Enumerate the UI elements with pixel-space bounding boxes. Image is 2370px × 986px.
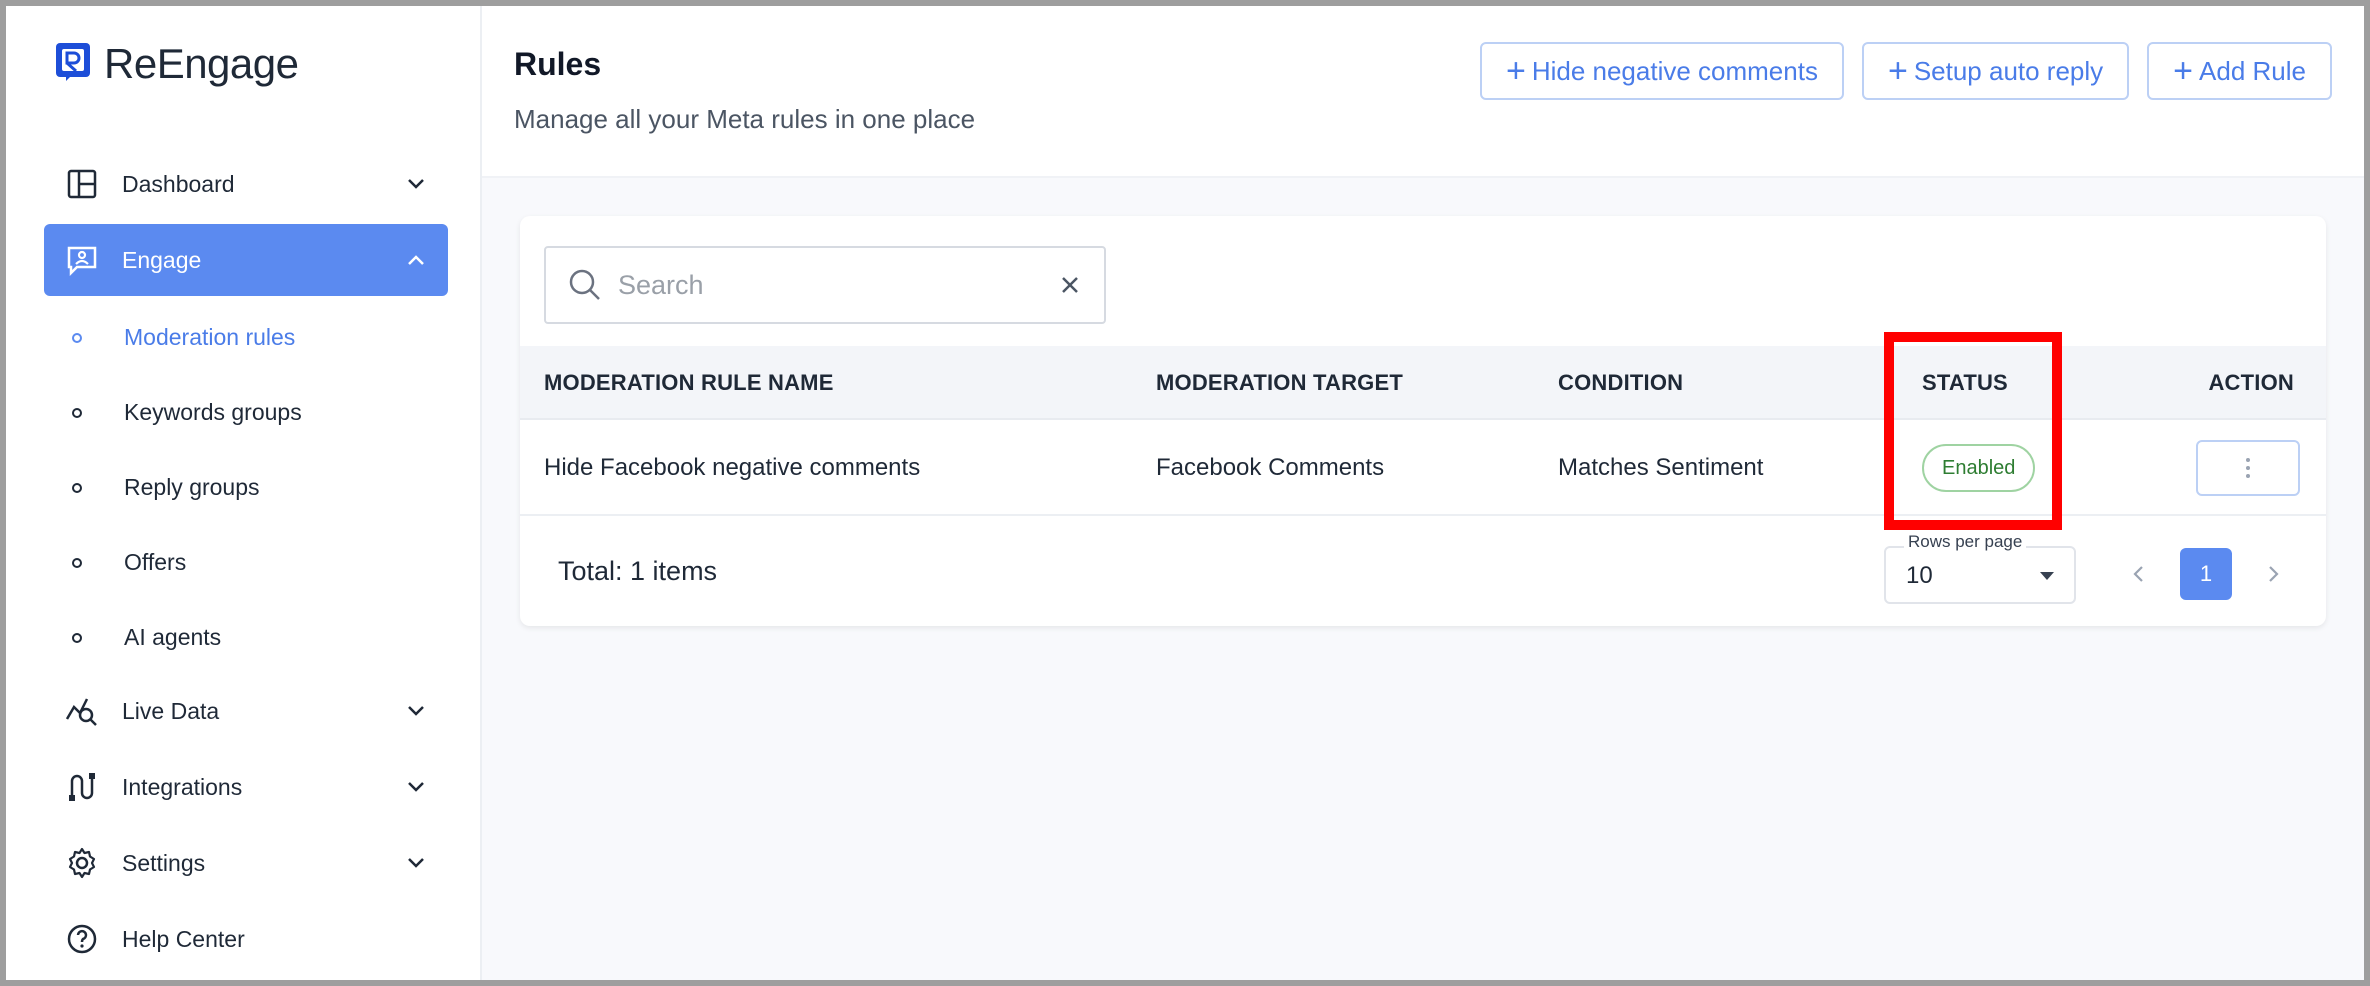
action-cell [2196, 420, 2300, 516]
sidebar: ReEngage Dashboard Engage Moderation rul… [6, 6, 482, 980]
sidebar-item-label: Help Center [122, 925, 245, 952]
page-title: Rules [514, 46, 602, 82]
search-input[interactable] [618, 269, 1058, 301]
sidebar-item-live-data[interactable]: Live Data [44, 675, 448, 747]
sidebar-item-label: Settings [122, 849, 206, 876]
column-header-rule-name[interactable]: MODERATION RULE NAME [544, 346, 834, 420]
button-label: Add Rule [2199, 55, 2306, 86]
gear-icon [64, 845, 100, 881]
plus-icon: + [1505, 52, 1526, 90]
live-data-icon [64, 693, 100, 729]
app-window: ReEngage Dashboard Engage Moderation rul… [6, 6, 2364, 980]
dashboard-icon [64, 166, 100, 202]
search-box [544, 246, 1106, 324]
sidebar-item-label: Engage [122, 246, 202, 273]
column-header-moderation-target[interactable]: MODERATION TARGET [1156, 346, 1403, 420]
total-items: Total: 1 items [558, 556, 718, 586]
sidebar-subitem-label: Reply groups [124, 474, 260, 500]
pagination: 1 [2120, 548, 2292, 600]
hide-negative-comments-button[interactable]: + Hide negative comments [1479, 42, 1844, 100]
brand-name: ReEngage [104, 40, 299, 87]
chevron-right-icon [2269, 566, 2279, 582]
sidebar-subitem-label: AI agents [124, 624, 222, 650]
brand[interactable]: ReEngage [54, 40, 299, 88]
page-header: Rules Manage all your Meta rules in one … [482, 6, 2364, 178]
sidebar-item-engage[interactable]: Engage [44, 224, 448, 296]
sidebar-item-label: Live Data [122, 697, 220, 724]
help-icon [64, 921, 100, 957]
row-actions-button[interactable] [2196, 440, 2300, 496]
main-content: Rules Manage all your Meta rules in one … [482, 6, 2364, 980]
rows-per-page-label: Rows per page [1904, 532, 2027, 552]
moderation-target-cell: Facebook Comments [1156, 454, 1385, 481]
integrations-icon [64, 769, 100, 805]
column-header-action: ACTION [2208, 370, 2294, 395]
sidebar-subitem-label: Moderation rules [124, 324, 296, 350]
caret-down-icon [2040, 572, 2054, 580]
previous-page-button[interactable] [2120, 548, 2156, 600]
table-header: MODERATION RULE NAME MODERATION TARGET C… [520, 346, 2326, 420]
chevron-down-icon [404, 775, 428, 799]
chevron-down-icon [404, 851, 428, 875]
button-label: Setup auto reply [1913, 55, 2104, 86]
sidebar-item-label: Integrations [122, 773, 243, 800]
sidebar-subitem-offers[interactable]: Offers [44, 525, 448, 600]
sidebar-item-integrations[interactable]: Integrations [44, 751, 448, 823]
table-row[interactable]: Hide Facebook negative comments Facebook… [520, 420, 2326, 516]
sidebar-item-label: Dashboard [122, 170, 235, 197]
sidebar-subitem-label: Offers [124, 549, 187, 575]
condition-cell: Matches Sentiment [1558, 454, 1764, 481]
chevron-down-icon [404, 172, 428, 196]
more-vertical-icon [2246, 458, 2250, 478]
sidebar-subitem-keywords-groups[interactable]: Keywords groups [44, 375, 448, 450]
button-label: Hide negative comments [1531, 55, 1818, 86]
page-subtitle: Manage all your Meta rules in one place [514, 104, 976, 134]
bullet-icon [72, 632, 82, 643]
sidebar-item-help-center[interactable]: Help Center [44, 903, 448, 975]
sidebar-nav: Dashboard Engage Moderation rules Keywor… [44, 148, 448, 979]
setup-auto-reply-button[interactable]: + Setup auto reply [1861, 42, 2130, 100]
sidebar-subitem-moderation-rules[interactable]: Moderation rules [44, 300, 448, 375]
column-header-condition[interactable]: CONDITION [1558, 346, 1683, 420]
bullet-icon [72, 482, 82, 493]
add-rule-button[interactable]: + Add Rule [2147, 42, 2332, 100]
page-button-current[interactable]: 1 [2180, 548, 2232, 600]
sidebar-subitem-label: Keywords groups [124, 399, 302, 425]
sidebar-subitem-reply-groups[interactable]: Reply groups [44, 450, 448, 525]
bullet-icon [72, 407, 82, 418]
sidebar-subitem-ai-agents[interactable]: AI agents [44, 600, 448, 675]
plus-icon: + [1887, 52, 1908, 90]
sidebar-item-dashboard[interactable]: Dashboard [44, 148, 448, 220]
brand-logo-icon [56, 43, 90, 81]
rules-card: MODERATION RULE NAME MODERATION TARGET C… [520, 216, 2326, 626]
next-page-button[interactable] [2256, 548, 2292, 600]
rows-per-page-select[interactable]: Rows per page 10 [1884, 532, 2076, 604]
search-icon [569, 269, 600, 300]
plus-icon: + [2173, 52, 2194, 90]
column-header-status[interactable]: STATUS [1922, 346, 2008, 420]
bullet-icon [72, 332, 82, 343]
sidebar-item-settings[interactable]: Settings [44, 827, 448, 899]
bullet-icon [72, 557, 82, 568]
rows-per-page-value: 10 [1906, 562, 1933, 589]
status-cell: Enabled [1922, 420, 2036, 516]
chevron-down-icon [404, 699, 428, 723]
header-actions: + Hide negative comments + Setup auto re… [1479, 42, 2332, 100]
chevron-left-icon [2133, 566, 2143, 582]
clear-search-icon[interactable] [1058, 273, 1082, 297]
rule-name-cell: Hide Facebook negative comments [544, 454, 921, 481]
chevron-up-icon [404, 248, 428, 272]
status-badge: Enabled [1922, 444, 2036, 492]
engage-icon [64, 242, 100, 278]
